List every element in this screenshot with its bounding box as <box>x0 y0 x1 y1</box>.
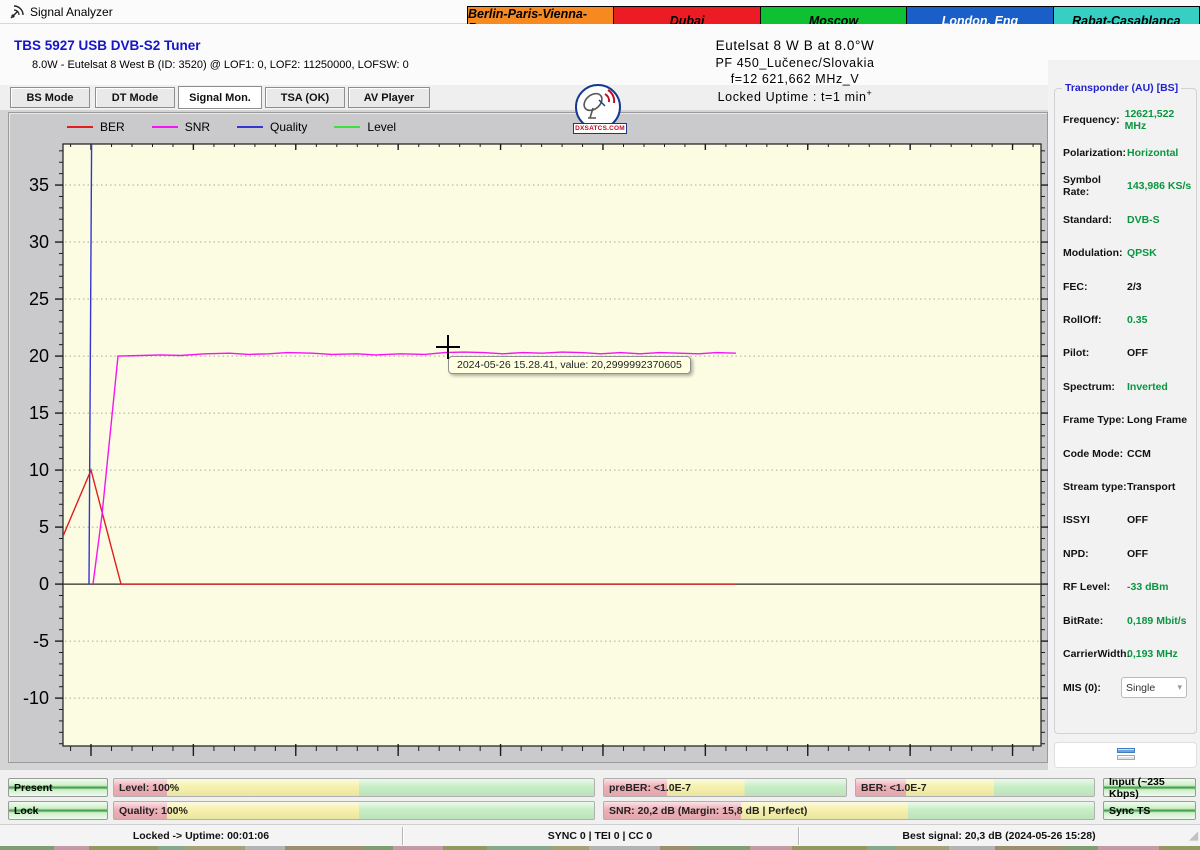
crosshair-cursor <box>436 335 460 359</box>
transponder-row: Polarization: Horizontal <box>1063 147 1179 160</box>
quality-bar: Quality: 100% <box>113 801 595 820</box>
transponder-row: NPD: OFF <box>1063 547 1148 560</box>
present-indicator: Present <box>8 778 108 797</box>
status-best-signal: Best signal: 20,3 dB (2024-05-26 15:28) <box>902 830 1096 842</box>
signal-analyzer-window: Signal Analyzer Berlin-Paris-Vienna-Roma… <box>0 0 1200 850</box>
svg-text:15: 15 <box>29 403 49 423</box>
resize-grip[interactable]: ◢ <box>1190 829 1198 842</box>
chart-tooltip: 2024-05-26 15.28.41, value: 20,299999237… <box>448 356 691 374</box>
tab-dt-mode[interactable]: DT Mode <box>95 87 175 108</box>
status-sync-counts: SYNC 0 | TEI 0 | CC 0 <box>547 830 653 842</box>
svg-text:25: 25 <box>29 289 49 309</box>
chart-legend: BER SNR Quality Level <box>67 120 423 134</box>
svg-text:35: 35 <box>29 175 49 195</box>
transponder-row: Frequency: 12621,522 MHz <box>1063 107 1175 132</box>
transponder-row: Code Mode: CCM <box>1063 447 1151 460</box>
preber-bar: preBER: <1.0E-7 <box>603 778 847 797</box>
svg-text:0: 0 <box>39 574 49 594</box>
input-indicator: Input (~235 Kbps) <box>1103 776 1196 800</box>
window-title: Signal Analyzer <box>30 5 113 19</box>
tab-av-player[interactable]: AV Player <box>348 87 430 108</box>
transponder-row: FEC: 2/3 <box>1063 280 1142 293</box>
frequency-title: f=12 621,662 MHz_V <box>730 72 860 86</box>
svg-text:20: 20 <box>29 346 49 366</box>
dxsatcs-logo: DXSATCS.COM <box>573 84 627 136</box>
transponder-row: RollOff: 0.35 <box>1063 314 1148 327</box>
tab-signal-mon[interactable]: Signal Mon. <box>178 86 262 109</box>
transponder-sidebar: Transponder (AU) [BS] Frequency: 12621,52… <box>1048 60 1200 775</box>
mis-dropdown[interactable]: Single ▾ <box>1121 677 1187 698</box>
server-list-icon <box>1116 748 1135 762</box>
signal-chart-panel: BER SNR Quality Level 35 30 25 20 15 10 5 0 -5 -1… <box>8 112 1049 763</box>
legend-item-snr: SNR <box>151 120 210 134</box>
mis-row: MIS (0): Single ▾ <box>1055 677 1196 698</box>
transponder-row: CarrierWidth: 0,193 MHz <box>1063 647 1178 660</box>
transponder-groupbox: Transponder (AU) [BS] Frequency: 12621,52… <box>1054 82 1197 734</box>
signal-chart[interactable]: 35 30 25 20 15 10 5 0 -5 -10 <box>9 137 1049 769</box>
chevron-down-icon: ▾ <box>1177 682 1182 692</box>
transponder-row: RF Level: -33 dBm <box>1063 581 1169 594</box>
sync-ts-indicator: Sync TS <box>1103 801 1196 820</box>
logo-text: DXSATCS.COM <box>573 123 627 134</box>
satellite-dish-icon <box>9 4 25 20</box>
transponder-title: Transponder (AU) [BS] <box>1062 82 1182 94</box>
svg-text:-10: -10 <box>23 688 49 708</box>
transponder-row: BitRate: 0,189 Mbit/s <box>1063 614 1187 627</box>
transponder-row: ISSYI OFF <box>1063 514 1148 527</box>
ber-bar: BER: <1.0E-7 <box>855 778 1095 797</box>
legend-item-ber: BER <box>67 120 125 134</box>
level-bar: Level: 100% <box>113 778 595 797</box>
mis-label: MIS (0): <box>1063 681 1101 694</box>
status-uptime: Locked -> Uptime: 00:01:06 <box>132 830 270 842</box>
transponder-row: Frame Type: Long Frame <box>1063 414 1188 427</box>
svg-text:-5: -5 <box>33 631 49 651</box>
svg-text:5: 5 <box>39 517 49 537</box>
transponder-row: Spectrum: Inverted <box>1063 380 1168 393</box>
transponder-row: Symbol Rate: 143,986 KS/s <box>1063 174 1192 199</box>
ts-data-button[interactable] <box>1054 742 1197 768</box>
screenshot-edge-strip <box>0 846 1200 850</box>
site-title: PF 450_Lučenec/Slovakia <box>715 56 875 70</box>
uptime-title: Locked Uptime : t=1 min+ <box>717 88 873 105</box>
svg-text:30: 30 <box>29 232 49 252</box>
snr-bar: SNR: 20,2 dB (Margin: 15,8 dB | Perfect) <box>603 801 1095 820</box>
transponder-row: Modulation: QPSK <box>1063 247 1157 260</box>
satellite-header: Eutelsat 8 W B at 8.0°W PF 450_Lučenec/S… <box>560 38 1030 106</box>
legend-item-quality: Quality <box>237 120 307 134</box>
lock-indicator: Lock <box>8 801 108 820</box>
transponder-row: Stream type: Transport <box>1063 480 1176 493</box>
status-bar: Locked -> Uptime: 00:01:06 SYNC 0 | TEI … <box>0 824 1200 846</box>
transponder-row: Standard: DVB-S <box>1063 213 1160 226</box>
signal-status-area: Present Level: 100% preBER: <1.0E-7 BER:… <box>0 770 1200 824</box>
transponder-row: Pilot: OFF <box>1063 347 1148 360</box>
tab-bs-mode[interactable]: BS Mode <box>10 87 90 108</box>
tuner-details: 8.0W - Eutelsat 8 West B (ID: 3520) @ LO… <box>32 59 409 71</box>
svg-text:10: 10 <box>29 460 49 480</box>
satellite-title: Eutelsat 8 W B at 8.0°W <box>715 38 875 53</box>
tab-tsa[interactable]: TSA (OK) <box>265 87 345 108</box>
tuner-name: TBS 5927 USB DVB-S2 Tuner <box>14 38 201 53</box>
legend-item-level: Level <box>334 120 396 134</box>
